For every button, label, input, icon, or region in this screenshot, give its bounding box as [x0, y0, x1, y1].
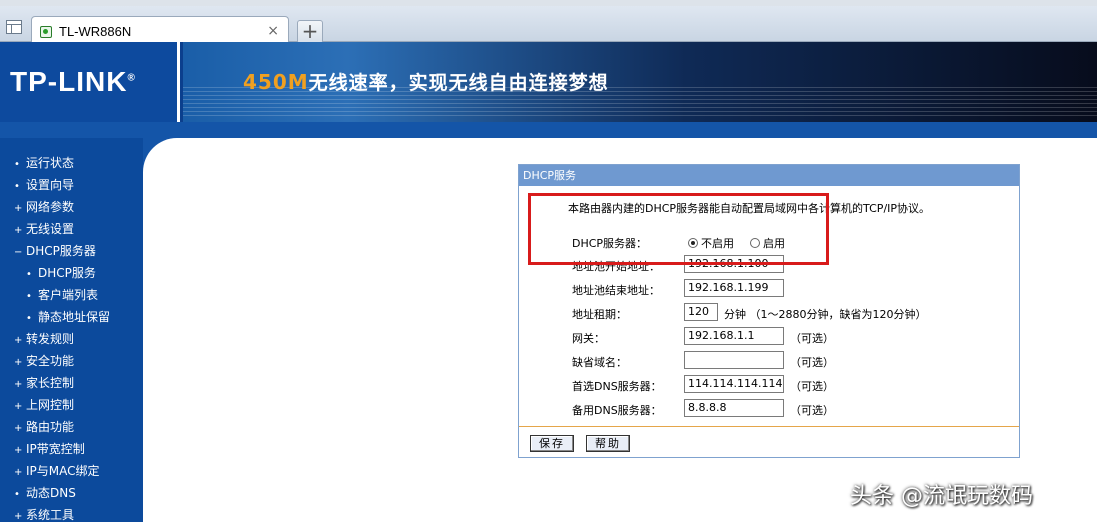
sidebar-bullet-icon: • [14, 489, 20, 500]
dns2-label: 备用DNS服务器： [572, 404, 662, 417]
sidebar-item-label: 家长控制 [26, 376, 75, 390]
sidebar-item-label: 无线设置 [26, 222, 75, 236]
gateway-optional: （可选） [790, 332, 834, 345]
header-banner: 450M无线速率，实现无线自由连接梦想 [183, 42, 1097, 122]
sidebar-bullet-icon: + [14, 511, 23, 522]
sidebar-bullet-icon: + [14, 357, 23, 368]
dns1-input[interactable]: 114.114.114.114 [684, 375, 784, 393]
sidebar-item[interactable]: + 系统工具 [14, 504, 110, 526]
dns2-input[interactable]: 8.8.8.8 [684, 399, 784, 417]
gateway-input[interactable]: 192.168.1.1 [684, 327, 784, 345]
sidebar-bullet-icon: + [14, 401, 23, 412]
button-area: 保存 帮助 [519, 427, 1019, 457]
domain-optional: （可选） [790, 356, 834, 369]
sidebar-item[interactable]: • 静态地址保留 [14, 306, 110, 328]
sidebar-bullet-icon: • [26, 291, 32, 302]
sidebar-bullet-icon: − [14, 247, 23, 258]
sidebar-menu: • 运行状态 • 设置向导 + 网络参数 + 无线设置 − DHCP服务器 • DHCP服务 • 客户端列… [14, 152, 110, 526]
sidebar-item-label: 转发规则 [26, 332, 75, 346]
page-favicon-icon [40, 26, 52, 38]
sidebar-item[interactable]: • 动态DNS [14, 482, 110, 504]
sidebar-item[interactable]: + 安全功能 [14, 350, 110, 372]
sidebar-bullet-icon: • [14, 159, 20, 170]
header-slogan: 450M无线速率，实现无线自由连接梦想 [243, 68, 609, 95]
sidebar-item-label: DHCP服务 [38, 266, 96, 280]
tp-link-logo: TP-LINK® [10, 66, 136, 98]
help-button[interactable]: 帮助 [586, 435, 630, 452]
registered-mark: ® [127, 72, 136, 84]
router-header: TP-LINK® 450M无线速率，实现无线自由连接梦想 [0, 42, 1097, 122]
sidebar-item-label: 运行状态 [26, 156, 75, 170]
logo-text: TP-LINK [10, 66, 128, 97]
sidebar-bullet-icon: + [14, 225, 23, 236]
sidebar-bullet-icon: + [14, 379, 23, 390]
sidebar-item[interactable]: • 设置向导 [14, 174, 110, 196]
save-button[interactable]: 保存 [530, 435, 574, 452]
sidebar-item-label: 网络参数 [26, 200, 75, 214]
sidebar-item-label: 路由功能 [26, 420, 75, 434]
sidebar-item[interactable]: + IP带宽控制 [14, 438, 110, 460]
slogan-number: 450M [243, 70, 309, 94]
sidebar-bullet-icon: • [26, 269, 32, 280]
sidebar-item[interactable]: • 运行状态 [14, 152, 110, 174]
sidebar-item-label: IP与MAC绑定 [26, 464, 100, 478]
sidebar-item-label: 动态DNS [26, 486, 76, 500]
browser-tab-bar: TL-WR886N × + [0, 6, 1097, 47]
domain-label: 缺省域名： [572, 356, 627, 369]
gateway-label: 网关： [572, 332, 605, 345]
sidebar-item-label: 客户端列表 [38, 288, 99, 302]
sidebar-bullet-icon: • [14, 181, 20, 192]
sidebar-item[interactable]: • 客户端列表 [14, 284, 110, 306]
dns1-label: 首选DNS服务器： [572, 380, 662, 393]
sidebar-item[interactable]: + 家长控制 [14, 372, 110, 394]
sidebar-bullet-icon: + [14, 445, 23, 456]
dns2-optional: （可选） [790, 404, 834, 417]
sidebar-item-label: 系统工具 [26, 508, 75, 522]
lease-unit: 分钟 （1～2880分钟，缺省为120分钟） [724, 308, 927, 321]
new-tab-button[interactable]: + [297, 20, 323, 44]
sidebar-item[interactable]: + 上网控制 [14, 394, 110, 416]
lease-input[interactable]: 120 [684, 303, 718, 321]
sidebar-item[interactable]: + IP与MAC绑定 [14, 460, 110, 482]
sidebar-item-label: DHCP服务器 [26, 244, 96, 258]
sidebar-item-label: 静态地址保留 [38, 310, 111, 324]
sidebar-item-label: IP带宽控制 [26, 442, 85, 456]
sidebar-bullet-icon: + [14, 467, 23, 478]
sidebar-item-label: 安全功能 [26, 354, 75, 368]
tab-title: TL-WR886N [59, 24, 132, 39]
close-tab-icon[interactable]: × [267, 23, 279, 39]
sidebar: • 运行状态 • 设置向导 + 网络参数 + 无线设置 − DHCP服务器 • DHCP服务 • 客户端列… [0, 138, 143, 522]
sidebar-bullet-icon: + [14, 203, 23, 214]
slogan-text: 无线速率，实现无线自由连接梦想 [308, 72, 609, 94]
sidebar-item-label: 设置向导 [26, 178, 75, 192]
panel-title: DHCP服务 [519, 165, 1019, 186]
watermark: 头条 @流氓玩数码 [850, 484, 1033, 509]
lease-label: 地址租期： [572, 308, 627, 321]
end-address-label: 地址池结束地址： [572, 284, 660, 297]
end-address-input[interactable]: 192.168.1.199 [684, 279, 784, 297]
sidebar-item[interactable]: − DHCP服务器 [14, 240, 110, 262]
sidebar-item-label: 上网控制 [26, 398, 75, 412]
tab-list-icon[interactable] [6, 20, 22, 34]
domain-input[interactable] [684, 351, 784, 369]
sidebar-item[interactable]: • DHCP服务 [14, 262, 110, 284]
header-divider [0, 122, 1097, 138]
sidebar-item[interactable]: + 路由功能 [14, 416, 110, 438]
sidebar-item[interactable]: + 网络参数 [14, 196, 110, 218]
dns1-optional: （可选） [790, 380, 834, 393]
sidebar-item[interactable]: + 无线设置 [14, 218, 110, 240]
sidebar-bullet-icon: + [14, 423, 23, 434]
logo-area: TP-LINK® [0, 42, 180, 122]
sidebar-bullet-icon: • [26, 313, 32, 324]
red-highlight-box [528, 193, 829, 265]
sidebar-item[interactable]: + 转发规则 [14, 328, 110, 350]
sidebar-bullet-icon: + [14, 335, 23, 346]
